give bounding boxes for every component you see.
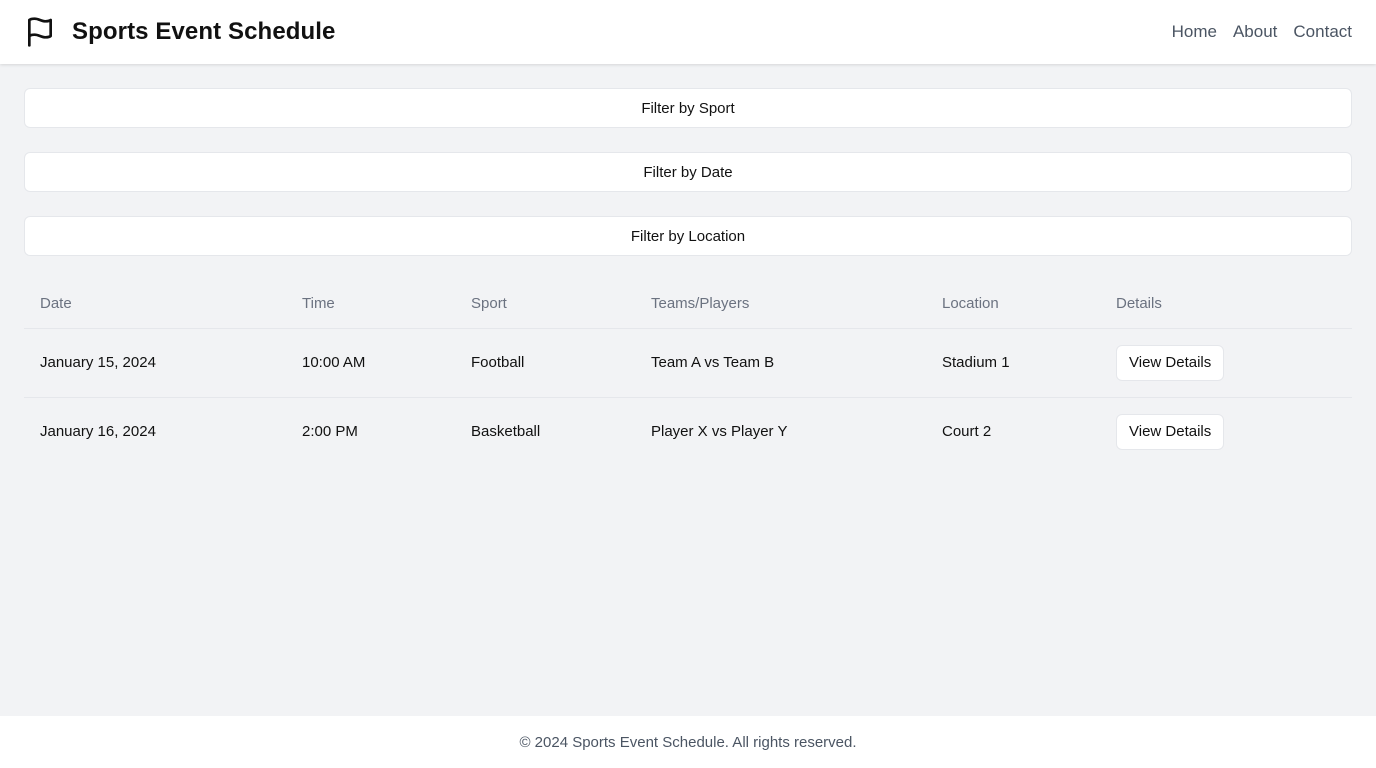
table-row: January 16, 2024 2:00 PM Basketball Play… xyxy=(24,397,1352,466)
nav-home-link[interactable]: Home xyxy=(1172,22,1217,42)
site-footer: © 2024 Sports Event Schedule. All rights… xyxy=(0,716,1376,768)
cell-sport: Basketball xyxy=(471,423,541,441)
column-header-sport: Sport xyxy=(455,280,635,329)
cell-date: January 15, 2024 xyxy=(24,328,286,398)
page-title: Sports Event Schedule xyxy=(72,18,336,45)
column-header-time: Time xyxy=(286,280,455,329)
cell-location: Stadium 1 xyxy=(926,328,1100,398)
view-details-button[interactable]: View Details xyxy=(1116,413,1225,450)
view-details-button[interactable]: View Details xyxy=(1116,344,1225,381)
column-header-date: Date xyxy=(24,280,286,329)
cell-location: Court 2 xyxy=(942,423,992,441)
cell-time: 2:00 PM xyxy=(302,423,358,441)
copyright-text: © 2024 Sports Event Schedule. All rights… xyxy=(519,733,857,751)
cell-details: View Details xyxy=(1100,328,1352,398)
main-content: Filter by Sport Filter by Date Filter by… xyxy=(24,88,1352,466)
filter-location-button[interactable]: Filter by Location xyxy=(24,216,1352,256)
top-nav: Home About Contact xyxy=(1156,22,1352,42)
flag-icon xyxy=(28,17,52,47)
column-header-teams: Teams/Players xyxy=(635,280,926,329)
nav-contact-link[interactable]: Contact xyxy=(1293,22,1352,42)
nav-about-link[interactable]: About xyxy=(1233,22,1277,42)
cell-date: January 16, 2024 xyxy=(40,423,156,441)
cell-teams: Player X vs Player Y xyxy=(651,423,788,441)
cell-sport: Football xyxy=(455,328,635,398)
column-header-details: Details xyxy=(1100,280,1352,329)
column-header-location: Location xyxy=(926,280,1100,329)
filter-sport-button[interactable]: Filter by Sport xyxy=(24,88,1352,128)
table-row: January 15, 2024 10:00 AM Football Team … xyxy=(24,328,1352,398)
events-table: Date Time Sport Teams/Players Location D… xyxy=(24,280,1352,466)
site-header: Sports Event Schedule Home About Contact xyxy=(0,0,1376,64)
cell-details: View Details xyxy=(1100,397,1352,466)
cell-time: 10:00 AM xyxy=(286,328,455,398)
filter-date-button[interactable]: Filter by Date xyxy=(24,152,1352,192)
table-header-row: Date Time Sport Teams/Players Location D… xyxy=(24,280,1352,329)
cell-teams: Team A vs Team B xyxy=(635,328,926,398)
brand: Sports Event Schedule xyxy=(24,16,336,48)
